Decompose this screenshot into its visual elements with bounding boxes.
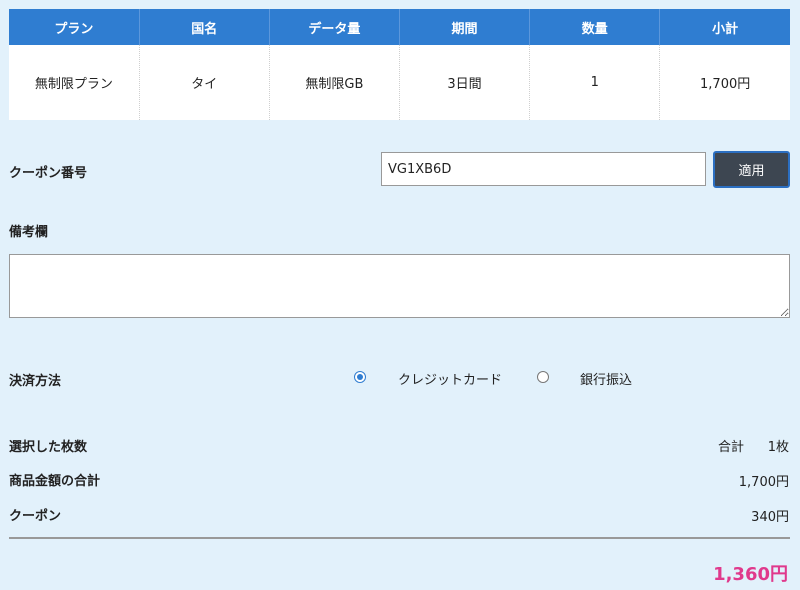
payment-method-label: 決済方法 bbox=[9, 374, 62, 389]
order-table-header-row: プラン 国名 データ量 期間 数量 小計 bbox=[9, 9, 790, 45]
remarks-label: 備考欄 bbox=[9, 225, 49, 240]
cell-subtotal: 1,700円 bbox=[659, 45, 790, 120]
count-prefix: 合計 bbox=[718, 440, 745, 455]
remarks-textarea[interactable] bbox=[9, 254, 790, 318]
coupon-discount-value: 340円 bbox=[751, 510, 789, 525]
coupon-discount-label: クーポン bbox=[9, 509, 62, 524]
cell-data-amount: 無制限GB bbox=[269, 45, 400, 120]
header-period: 期間 bbox=[399, 9, 531, 45]
radio-credit-card-label[interactable]: クレジットカード bbox=[398, 369, 502, 388]
subtotal-value: 1,700円 bbox=[738, 475, 789, 490]
table-row: 無制限プラン タイ 無制限GB 3日間 1 1,700円 bbox=[9, 45, 790, 120]
apply-button[interactable]: 適用 bbox=[713, 151, 790, 188]
count-value: 1枚 bbox=[767, 440, 789, 455]
radio-bank-transfer[interactable] bbox=[537, 371, 549, 383]
radio-credit-card[interactable] bbox=[354, 371, 366, 383]
cell-plan: 無制限プラン bbox=[9, 45, 140, 120]
divider bbox=[9, 537, 790, 539]
header-subtotal: 小計 bbox=[659, 9, 790, 45]
cell-quantity: 1 bbox=[529, 45, 661, 120]
header-country: 国名 bbox=[139, 9, 270, 45]
header-quantity: 数量 bbox=[529, 9, 661, 45]
header-plan: プラン bbox=[9, 9, 140, 45]
selected-count-label: 選択した枚数 bbox=[9, 440, 88, 455]
order-table: プラン 国名 データ量 期間 数量 小計 無制限プラン タイ 無制限GB 3日間… bbox=[9, 9, 790, 120]
coupon-label: クーポン番号 bbox=[9, 166, 88, 181]
radio-bank-transfer-label[interactable]: 銀行振込 bbox=[580, 369, 632, 388]
coupon-input[interactable] bbox=[381, 152, 706, 186]
header-data-amount: データ量 bbox=[269, 9, 400, 45]
cell-period: 3日間 bbox=[399, 45, 531, 120]
cell-country: タイ bbox=[139, 45, 270, 120]
subtotal-label: 商品金額の合計 bbox=[9, 474, 101, 489]
total-amount: 1,360円 bbox=[713, 564, 788, 585]
